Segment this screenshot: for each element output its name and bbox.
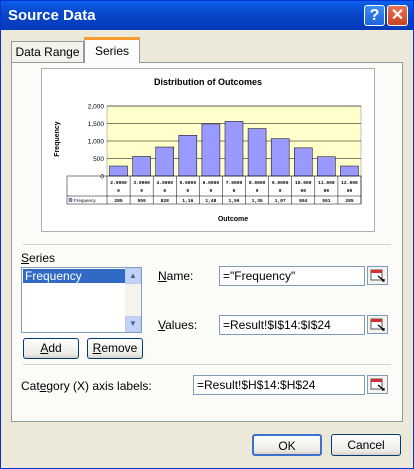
close-button[interactable]: ✕	[387, 5, 408, 26]
data-label: 285	[114, 198, 123, 204]
bar	[317, 156, 336, 177]
tab-series[interactable]: Series	[84, 37, 140, 63]
ok-button[interactable]: OK	[252, 434, 322, 456]
data-label: 804	[299, 198, 308, 204]
x-tick-label: 4.0000	[156, 180, 173, 186]
series-list-item[interactable]: Frequency	[23, 269, 128, 283]
name-range-button[interactable]	[367, 266, 388, 285]
remove-button-text: emove	[101, 341, 138, 355]
add-button-text: dd	[48, 341, 62, 355]
collapse-dialog-icon	[370, 318, 385, 331]
series-listbox[interactable]: Frequency ▲ ▼	[21, 267, 142, 333]
x-tick-label: 00	[324, 188, 330, 194]
x-tick-label: 0	[117, 188, 120, 194]
help-button[interactable]: ?	[364, 5, 385, 26]
tab-data-range[interactable]: Data Range	[11, 41, 84, 63]
title-bar: Source Data ? ✕	[1, 1, 413, 30]
category-field[interactable]: =Result!$H$14:$H$24	[193, 375, 365, 395]
add-button[interactable]: Add	[23, 338, 79, 359]
collapse-dialog-icon	[370, 378, 385, 391]
values-label: Values:	[158, 318, 197, 332]
values-range-button[interactable]	[367, 315, 388, 334]
data-label: 828	[161, 198, 170, 204]
y-tick-label: 1,000	[88, 139, 105, 146]
x-tick-label: 0	[256, 188, 259, 194]
remove-button-hotkey: R	[92, 341, 102, 355]
separator-bottom	[23, 364, 391, 366]
bar	[270, 138, 290, 177]
x-tick-label: 7.0000	[226, 180, 243, 186]
category-label-text: gory (X) axis labels:	[46, 379, 152, 393]
x-tick-label: 6.0000	[203, 180, 220, 186]
x-tick-label: 8.0000	[249, 180, 266, 186]
bar	[247, 128, 267, 177]
chart-svg: Distribution of Outcomes Frequency Outco…	[54, 77, 362, 223]
bar	[201, 123, 221, 177]
x-tick-label: 0	[163, 188, 166, 194]
series-label: Series	[21, 251, 55, 265]
category-range-button[interactable]	[367, 375, 388, 394]
series-label-hotkey: S	[21, 251, 30, 265]
chart-y-axis-label: Frequency	[54, 121, 61, 157]
data-label: 559	[137, 198, 146, 204]
x-tick-label: 00	[301, 188, 307, 194]
x-tick-label: 00	[347, 188, 353, 194]
name-label-hotkey: N	[158, 269, 167, 283]
x-tick-label: 12.000	[341, 180, 358, 186]
x-tick-label: 0	[186, 188, 189, 194]
values-label-text: alues:	[165, 318, 198, 332]
data-label: 1,56	[228, 198, 239, 204]
y-tick-label: 2,000	[88, 104, 105, 111]
x-tick-label: 0	[210, 188, 213, 194]
x-tick-label: 0	[279, 188, 282, 194]
bar	[224, 121, 244, 177]
data-label: 1,48	[205, 198, 216, 204]
cancel-button[interactable]: Cancel	[331, 434, 401, 456]
data-label: 1,35	[252, 198, 263, 204]
x-tick-label: 10.000	[295, 180, 312, 186]
chart-x-axis-label: Outcome	[218, 216, 248, 223]
bar	[155, 146, 174, 177]
y-tick-label: 0	[100, 174, 104, 181]
chart-title: Distribution of Outcomes	[154, 77, 262, 87]
remove-button[interactable]: Remove	[87, 338, 143, 359]
separator-top	[23, 244, 391, 246]
data-label: 551	[322, 198, 331, 204]
values-field[interactable]: =Result!$I$14:$I$24	[219, 315, 365, 335]
data-label: 1,07	[275, 198, 286, 204]
x-tick-label: 3.0000	[133, 180, 150, 186]
series-label-text: eries	[29, 251, 56, 265]
x-tick-label: 9.0000	[272, 180, 289, 186]
bar	[340, 165, 359, 177]
series-list-scrollbar[interactable]: ▲ ▼	[125, 268, 141, 332]
x-tick-label: 5.0000	[180, 180, 197, 186]
window-title: Source Data	[8, 7, 96, 24]
y-tick-label: 1,500	[88, 121, 105, 128]
scroll-down-arrow-icon[interactable]: ▼	[125, 316, 141, 332]
x-tick-label: 11.000	[318, 180, 335, 186]
bar	[294, 147, 313, 177]
legend-key	[68, 198, 73, 202]
bar	[178, 135, 198, 177]
name-label: Name:	[158, 269, 193, 283]
category-label: Category (X) axis labels:	[21, 379, 152, 393]
bar	[109, 165, 128, 177]
category-label-start: Cat	[21, 379, 40, 393]
data-label: 285	[345, 198, 354, 204]
name-label-text: ame:	[166, 269, 194, 283]
scroll-up-arrow-icon[interactable]: ▲	[125, 268, 141, 284]
x-tick-label: 2.0000	[110, 180, 127, 186]
x-tick-label: 0	[140, 188, 143, 194]
chart-preview: Distribution of Outcomes Frequency Outco…	[41, 68, 375, 232]
y-tick-label: 500	[93, 156, 104, 163]
collapse-dialog-icon	[370, 269, 385, 282]
x-tick-label: 0	[233, 188, 236, 194]
data-label: 1,16	[182, 198, 193, 204]
source-data-dialog: Source Data ? ✕ Data Range Series Distri…	[0, 0, 414, 469]
name-field[interactable]: ="Frequency"	[219, 266, 365, 286]
bar	[132, 156, 151, 177]
legend-label: Frequency	[74, 198, 96, 203]
